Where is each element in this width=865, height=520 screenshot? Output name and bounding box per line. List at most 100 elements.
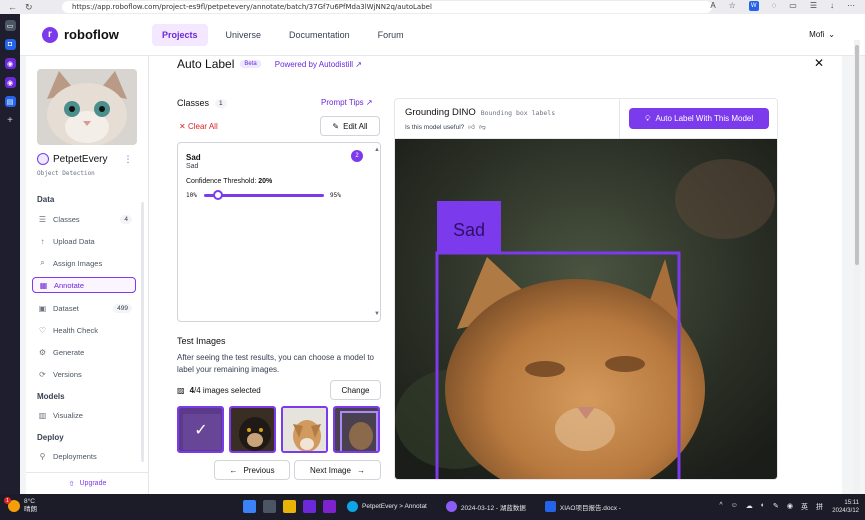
edge-icon [347,501,358,512]
download-icon[interactable]: ↓ [830,1,834,11]
wifi-icon[interactable]: ◉ [787,502,793,512]
slider-min-label: 10% [186,192,197,199]
section-data: Data [37,195,55,204]
sidebar-item-classes[interactable]: ☰ Classes 4 [32,211,136,227]
class-list-scrollbar[interactable]: ▲ ▼ [374,147,380,317]
classes-header: Classes 1 [177,98,227,108]
input-language[interactable]: 英 [801,502,808,512]
classes-title: Classes [177,98,210,108]
nav-documentation[interactable]: Documentation [279,24,360,46]
nav-projects[interactable]: Projects [152,23,208,46]
page-scrollbar[interactable] [854,40,860,494]
sidebar-scrollbar[interactable] [141,202,144,462]
confidence-threshold: Confidence Threshold: 20% [186,178,273,185]
test-image-thumb[interactable] [281,406,328,453]
sidebar-item-annotate[interactable]: ▦ Annotate [32,277,136,293]
windows-start-icon[interactable] [243,500,256,513]
more-icon[interactable]: ⋯ [847,1,855,11]
read-aloud-icon[interactable]: A [710,1,715,11]
tray-cloud-icon[interactable]: ☁ [746,502,753,512]
powered-by-link[interactable]: Powered by Autodistill ↗ [275,60,362,69]
tray-overflow-icon[interactable]: ^ [719,502,722,512]
test-image-thumb[interactable] [333,406,380,453]
beta-badge: Beta [240,60,261,68]
test-image-thumb[interactable]: ✓ [177,406,224,453]
tab-icon-blue[interactable]: ◘ [4,39,16,50]
taskbar-apps: PetpetEvery > Annotat 2024-03-12 - 湖蓝数据 … [243,500,629,513]
prompt-tips-link[interactable]: Prompt Tips ↗ [321,98,373,107]
sidebar-item-health-check[interactable]: ♡ Health Check [32,322,136,338]
task-view-icon[interactable] [263,500,276,513]
reload-icon[interactable]: ↻ [25,2,33,13]
favorite-star-icon[interactable]: ☆ [729,1,736,11]
auto-label-with-model-button[interactable]: 💡︎ Auto Label With This Model [629,108,769,129]
clock[interactable]: 15:11 2024/3/12 [832,499,859,515]
logo[interactable]: r roboflow [42,26,142,43]
test-images-title: Test Images [177,336,226,346]
pencil-icon: ✎ [332,121,340,131]
tab-icon-doc[interactable]: ▤ [4,96,16,107]
chevron-down-icon: ⌄ [828,30,835,39]
sidebar-item-versions[interactable]: ⟳ Versions [32,366,136,382]
refresh-icon[interactable]: ◌ [772,1,777,11]
sidebar-item-deployments[interactable]: ⚲ Deployments [32,448,136,464]
user-menu[interactable]: Mofi ⌄ [809,30,835,39]
upgrade-button[interactable]: ⇧ Upgrade [26,472,149,494]
system-tray: ^ ☺ ☁ ◐ ✎ ◉ 英 拼 [719,502,823,512]
input-method[interactable]: 拼 [816,502,823,512]
tray-pen-icon[interactable]: ✎ [773,502,779,512]
taskbar-task-word[interactable]: XIAO项目报告.docx - [541,501,629,512]
header-divider [619,99,620,139]
model-header: Grounding DINO Bounding box labels Is th… [395,99,777,139]
extension-icon[interactable]: W [748,1,759,11]
test-images-description: After seeing the test results, you can c… [177,353,374,374]
add-tab-icon[interactable]: + [5,115,16,126]
model-preview-panel: Grounding DINO Bounding box labels Is th… [394,98,778,480]
gear-icon: ⚙ [38,347,47,357]
tab-icon-roboflow-2[interactable]: ◉ [4,77,16,88]
favorites-icon[interactable]: ☰ [810,1,817,11]
rocket-icon: ⚲ [39,451,46,461]
taskbar-task-browser[interactable]: PetpetEvery > Annotat [343,501,435,512]
file-explorer-icon[interactable] [283,500,296,513]
tab-icon-roboflow[interactable]: ◉ [4,58,16,69]
address-bar[interactable]: https://app.roboflow.com/project-es9fl/p… [62,1,712,13]
tab-icon[interactable]: ▭ [4,20,16,31]
project-thumbnail [37,69,137,145]
onenote-icon[interactable] [323,500,336,513]
thumbs-up-icon[interactable]: 👍︎ [468,123,475,131]
close-icon[interactable]: ✕ [814,56,824,70]
change-button[interactable]: Change [330,380,381,400]
split-screen-icon[interactable]: ▭ [789,1,797,11]
clear-all-button[interactable]: ✕ Clear All [179,122,218,131]
class-prompt: Sad [186,163,199,170]
kebab-menu-icon[interactable]: ⋮ [123,154,132,165]
edit-all-button[interactable]: ✎ Edit All [320,116,380,136]
top-nav: Projects Universe Documentation Forum [152,23,422,46]
box-label: Sad [453,220,485,240]
weather-widget[interactable]: 1 8°C 晴朗 [4,497,37,514]
slider-handle[interactable] [213,190,224,200]
sidebar-item-visualize[interactable]: ▥ Visualize [32,407,136,423]
test-image-thumb[interactable] [229,406,276,453]
previous-button[interactable]: ← Previous [214,460,290,480]
word-icon [544,501,556,512]
chart-icon: ▥ [38,410,47,420]
sidebar-item-assign-images[interactable]: ⌕ Assign Images [32,255,136,271]
images-selected: ▨ 4/4 images selected [177,386,261,395]
tray-app-icon[interactable]: ☺ [731,502,738,512]
thumbs-down-icon[interactable]: 👎︎ [479,123,486,131]
external-link-icon: ↗ [365,98,373,107]
taskbar-task-data[interactable]: 2024-03-12 - 湖蓝数据 [442,501,534,512]
app-icon[interactable] [303,500,316,513]
nav-forum[interactable]: Forum [368,24,414,46]
scrollbar-thumb[interactable] [855,45,859,265]
auto-label-title-row: Auto Label Beta Powered by Autodistill ↗ [177,57,362,71]
nav-universe[interactable]: Universe [216,24,272,46]
tray-app-icon-2[interactable]: ◐ [761,502,765,512]
sidebar-item-dataset[interactable]: ▣ Dataset 499 [32,300,136,316]
back-icon[interactable]: ← [8,2,17,13]
sidebar-item-upload-data[interactable]: ↑ Upload Data [32,233,136,249]
sidebar-item-generate[interactable]: ⚙ Generate [32,344,136,360]
next-image-button[interactable]: Next Image → [294,460,381,480]
